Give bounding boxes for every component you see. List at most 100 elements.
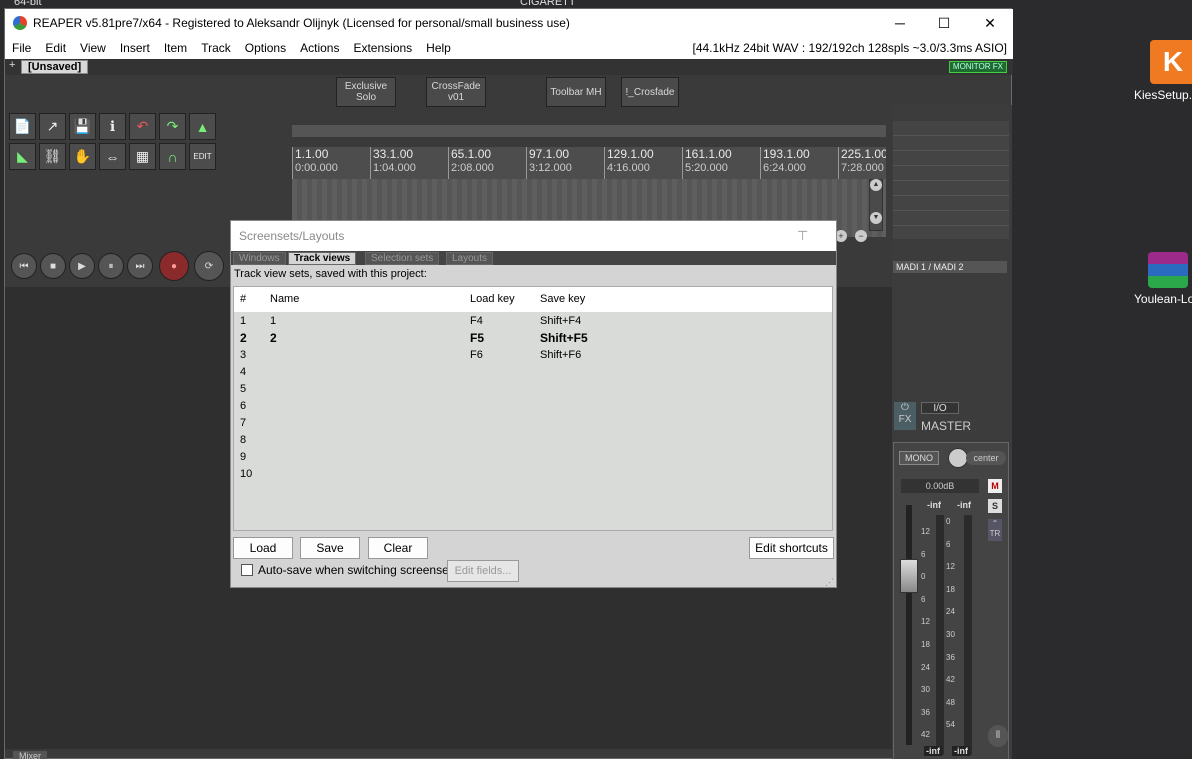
list-item[interactable]: 5 — [234, 381, 832, 398]
menu-file[interactable]: File — [5, 41, 38, 55]
stop-button[interactable]: ■ — [40, 253, 66, 279]
volume-fader-handle[interactable] — [900, 559, 918, 593]
audio-status[interactable]: [44.1kHz 24bit WAV : 192/192ch 128spls ~… — [692, 41, 1007, 55]
desktop-text-left: 64-bit — [14, 0, 42, 8]
io-button[interactable]: I/O — [921, 402, 959, 414]
col-load-key[interactable]: Load key — [470, 293, 515, 305]
desktop-icon-label: Youlean-Lo — [1134, 292, 1192, 306]
toolbar-button-crossfade[interactable]: CrossFade v01 — [426, 77, 486, 107]
menu-options[interactable]: Options — [238, 41, 293, 55]
mixer-tab[interactable]: Mixer — [13, 751, 47, 759]
tab-layouts[interactable]: Layouts — [446, 252, 494, 265]
new-project-icon[interactable]: 📄 — [9, 113, 36, 140]
menu-insert[interactable]: Insert — [113, 41, 157, 55]
dialog-title[interactable]: Screensets/Layouts — [231, 221, 836, 251]
list-item[interactable]: 4 — [234, 364, 832, 381]
pause-button[interactable]: ⏸ — [98, 253, 124, 279]
master-fx-button[interactable]: ⏻ FX — [894, 402, 916, 430]
edit-fields-button[interactable]: Edit fields... — [447, 560, 519, 582]
grid-lines-icon[interactable]: ▦ — [129, 143, 156, 170]
desktop-icon-kies[interactable]: K KiesSetup.e — [1128, 40, 1192, 102]
redo-icon[interactable]: ↷ — [159, 113, 186, 140]
list-item[interactable]: 7 — [234, 415, 832, 432]
ripple-edit-icon[interactable]: ⛓ — [39, 143, 66, 170]
toolbar-button-crosfade[interactable]: !_Crosfade — [621, 77, 679, 107]
volume-readout[interactable]: 0.00dB — [901, 479, 979, 493]
add-project-tab-button[interactable]: + — [9, 59, 15, 71]
desktop-icon-youlean[interactable]: Youlean-Lo — [1128, 252, 1192, 306]
list-item[interactable]: 3 F6 Shift+F6 — [234, 347, 832, 364]
grid-snap-icon[interactable]: ◣ — [9, 143, 36, 170]
col-save-key[interactable]: Save key — [540, 293, 585, 305]
list-item[interactable]: 1 1 F4 Shift+F4 — [234, 313, 832, 330]
ruler-time: 7:28.000 — [841, 162, 884, 174]
tab-windows[interactable]: Windows — [233, 252, 286, 265]
metronome-icon[interactable]: ▲ — [189, 113, 216, 140]
automation-button[interactable]: ⌃ TR — [988, 519, 1002, 541]
desktop-text-center: CIGARETT — [520, 0, 576, 8]
menu-actions[interactable]: Actions — [293, 41, 346, 55]
toolbar-button-toolbar-mh[interactable]: Toolbar MH — [546, 77, 606, 107]
menu-extensions[interactable]: Extensions — [346, 41, 419, 55]
scroll-up-arrow-icon[interactable]: ▲ — [870, 179, 882, 191]
minimize-button[interactable]: ─ — [877, 9, 923, 37]
menu-help[interactable]: Help — [419, 41, 458, 55]
go-to-end-button[interactable]: ⏭ — [127, 253, 153, 279]
list-item[interactable]: 6 — [234, 398, 832, 415]
input-selector[interactable]: MADI 1 / MADI 2 — [893, 261, 1007, 273]
mute-button[interactable]: M — [988, 479, 1002, 493]
clear-button[interactable]: Clear — [368, 537, 428, 559]
title-bar[interactable]: REAPER v5.81pre7/x64 - Registered to Ale… — [5, 9, 1013, 37]
pan-value[interactable]: center — [966, 451, 1006, 465]
solo-button[interactable]: S — [988, 499, 1002, 513]
item-grouping-icon[interactable]: ✋ — [69, 143, 96, 170]
list-item[interactable]: 8 — [234, 432, 832, 449]
pin-icon[interactable]: ⊤ — [797, 228, 808, 244]
project-tab[interactable]: [Unsaved] — [21, 60, 89, 74]
autosave-checkbox[interactable] — [241, 564, 253, 576]
mixer-tab-label: Mixer — [19, 751, 41, 759]
timeline-scrollbar[interactable] — [292, 125, 886, 137]
volume-fader-track[interactable] — [906, 505, 912, 745]
toolbar-button-exclusive-solo[interactable]: Exclusive Solo — [336, 77, 396, 107]
maximize-button[interactable]: ☐ — [921, 9, 967, 37]
col-num[interactable]: # — [240, 293, 246, 305]
go-to-start-button[interactable]: ⏮ — [11, 253, 37, 279]
ruler-bar: 97.1.00 — [529, 147, 570, 161]
list-item[interactable]: 2 2 F5 Shift+F5 — [234, 330, 832, 347]
pan-knob[interactable] — [948, 448, 968, 468]
tab-track-views[interactable]: Track views — [288, 252, 357, 265]
auto-crossfade-icon[interactable]: EDIT — [189, 143, 216, 170]
row-num: 1 — [240, 315, 247, 327]
menu-edit[interactable]: Edit — [38, 41, 73, 55]
list-item[interactable]: 10 — [234, 466, 832, 483]
menu-view[interactable]: View — [73, 41, 113, 55]
ruler-mark: 193.1.00 6:24.000 — [760, 147, 810, 179]
track-views-list[interactable]: # Name Load key Save key 1 1 F4 Shift+F4 2 2 F… — [233, 286, 833, 531]
save-button[interactable]: Save — [300, 537, 360, 559]
edit-shortcuts-button[interactable]: Edit shortcuts — [749, 537, 834, 559]
open-project-icon[interactable]: ↗ — [39, 113, 66, 140]
mono-button[interactable]: MONO — [899, 451, 939, 465]
save-project-icon[interactable]: 💾 — [69, 113, 96, 140]
project-settings-icon[interactable]: ℹ — [99, 113, 126, 140]
menu-item[interactable]: Item — [157, 41, 194, 55]
scroll-down-arrow-icon[interactable]: ▼ — [870, 212, 882, 224]
envelope-lock-icon[interactable]: ⇔ — [99, 143, 126, 170]
undo-icon[interactable]: ↶ — [129, 113, 156, 140]
col-name[interactable]: Name — [270, 293, 299, 305]
menu-track[interactable]: Track — [194, 41, 238, 55]
record-button[interactable]: ● — [159, 251, 189, 281]
locking-icon[interactable]: ∩ — [159, 143, 186, 170]
tab-selection-sets[interactable]: Selection sets — [365, 252, 440, 265]
timeline-ruler[interactable]: 1.1.00 0:00.000 33.1.00 1:04.000 65.1.00 2:… — [292, 147, 886, 179]
repeat-toggle-button[interactable]: ⟳ — [194, 251, 224, 281]
zoom-out-icon[interactable]: − — [855, 230, 867, 242]
play-button[interactable]: ▶ — [69, 253, 95, 279]
routing-icon[interactable]: ⫴ — [988, 725, 1008, 747]
load-button[interactable]: Load — [233, 537, 293, 559]
close-button[interactable]: ✕ — [967, 9, 1013, 37]
monitor-fx-button[interactable]: MONITOR FX — [948, 61, 1007, 73]
list-item[interactable]: 9 — [234, 449, 832, 466]
resize-grip-icon[interactable]: ⋰ — [825, 577, 834, 588]
